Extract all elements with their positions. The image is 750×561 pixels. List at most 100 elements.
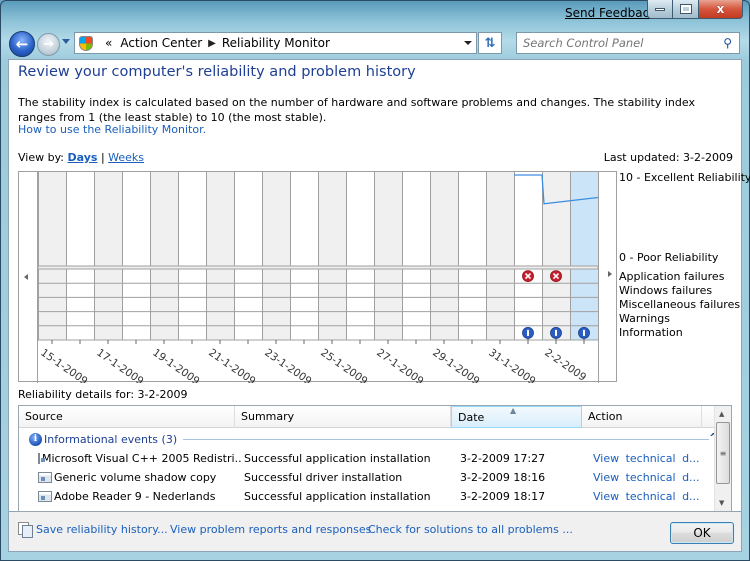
view-problem-reports-link[interactable]: View problem reports and responses <box>170 523 371 536</box>
application-icon <box>38 491 52 502</box>
day-column[interactable] <box>66 172 94 340</box>
column-header-source[interactable]: Source <box>19 406 235 428</box>
row-source: Generic volume shadow copy <box>54 471 217 484</box>
last-updated: Last updated: 3-2-2009 <box>603 151 733 164</box>
address-bar[interactable]: « Action Center ▶ Reliability Monitor <box>74 32 477 54</box>
address-dropdown-icon[interactable] <box>464 41 472 45</box>
ok-button[interactable]: OK <box>670 522 734 544</box>
day-column[interactable] <box>486 172 514 340</box>
scroll-down-icon[interactable]: ▼ <box>719 499 724 507</box>
day-column[interactable] <box>94 172 122 340</box>
search-box[interactable]: ⚲ <box>516 32 740 54</box>
breadcrumb-reliability-monitor[interactable]: Reliability Monitor <box>222 36 330 50</box>
day-column[interactable] <box>206 172 234 340</box>
minimize-icon <box>655 7 665 11</box>
day-column[interactable] <box>150 172 178 340</box>
legend-bottom-label: 0 - Poor Reliability <box>619 251 719 264</box>
day-column[interactable] <box>458 172 486 340</box>
row-summary: Successful driver installation <box>244 471 403 484</box>
table-row[interactable]: Adobe Reader 9 - Nederlands Successful a… <box>19 487 716 506</box>
day-column[interactable] <box>570 172 598 340</box>
legend-row-warnings: Warnings <box>619 312 670 325</box>
day-column[interactable] <box>402 172 430 340</box>
day-column[interactable] <box>38 172 66 340</box>
breadcrumb-separator-icon[interactable]: ▶ <box>208 38 216 49</box>
refresh-button[interactable]: ⇅ <box>478 32 502 54</box>
day-column[interactable] <box>318 172 346 340</box>
back-button[interactable]: ← <box>9 31 35 57</box>
page-title: Review your computer's reliability and p… <box>18 64 416 80</box>
recent-pages-dropdown[interactable] <box>62 39 70 44</box>
day-column[interactable] <box>122 172 150 340</box>
close-button[interactable]: x <box>699 0 743 19</box>
column-header-date[interactable]: ▲ Date <box>451 406 582 428</box>
group-informational-events[interactable]: i Informational events (3) ^ <box>29 431 718 447</box>
view-technical-details-link[interactable]: View technical d... <box>587 452 707 465</box>
reliability-chart-svg[interactable]: 15-1-2009 17-1-2009 19-1-2009 21-1-2009 23-1… <box>19 172 618 383</box>
x-tick-label: 25-1-2009 <box>318 347 369 383</box>
row-date: 3-2-2009 18:17 <box>460 490 546 503</box>
scroll-right-icon[interactable] <box>608 271 612 277</box>
x-tick-label: 19-1-2009 <box>150 347 201 383</box>
day-column[interactable] <box>234 172 262 340</box>
maximize-button[interactable] <box>673 0 699 19</box>
table-row[interactable]: Generic volume shadow copy Successful dr… <box>19 468 716 487</box>
save-history-link[interactable]: Save reliability history... <box>36 523 168 536</box>
group-label: Informational events (3) <box>44 432 178 446</box>
row-source: Microsoft Visual C++ 2005 Redistri... <box>42 452 241 465</box>
x-tick-label: 15-1-2009 <box>38 347 89 383</box>
legend-row-application-failures: Application failures <box>619 270 725 283</box>
vertical-scrollbar[interactable]: ▲ ≡ ▼ <box>714 406 731 511</box>
info-icon-glyph <box>555 329 557 336</box>
day-column[interactable] <box>374 172 402 340</box>
view-weeks-link[interactable]: Weeks <box>108 151 144 164</box>
refresh-icon: ⇅ <box>484 35 496 51</box>
scroll-left-icon[interactable] <box>24 274 28 280</box>
day-column[interactable] <box>514 172 542 340</box>
scrollbar-thumb[interactable]: ≡ <box>716 422 730 484</box>
send-feedback-link[interactable]: Send Feedback <box>565 6 656 20</box>
reliability-chart[interactable]: 15-1-2009 17-1-2009 19-1-2009 21-1-2009 23-1… <box>18 171 618 383</box>
column-header-action[interactable]: Action <box>582 406 702 428</box>
day-column[interactable] <box>178 172 206 340</box>
scroll-up-icon[interactable]: ▲ <box>719 410 724 418</box>
view-by-label: View by: <box>18 151 64 164</box>
day-column[interactable] <box>290 172 318 340</box>
day-column[interactable] <box>346 172 374 340</box>
breadcrumb-overflow-chevron[interactable]: « <box>105 36 112 50</box>
view-technical-details-link[interactable]: View technical d... <box>587 471 707 484</box>
details-grid: Source Summary ▲ Date Action i Informatio… <box>18 405 732 512</box>
legend-row-windows-failures: Windows failures <box>619 284 713 297</box>
search-icon[interactable]: ⚲ <box>723 36 732 50</box>
view-days-link[interactable]: Days <box>68 151 98 164</box>
day-column[interactable] <box>430 172 458 340</box>
details-label: Reliability details for: 3-2-2009 <box>18 388 188 401</box>
day-column[interactable] <box>542 172 570 340</box>
forward-button[interactable]: → <box>37 33 60 56</box>
forward-arrow-icon: → <box>43 37 54 52</box>
howto-link[interactable]: How to use the Reliability Monitor. <box>18 123 206 136</box>
footer: Save reliability history... View problem… <box>8 512 742 552</box>
column-header-summary[interactable]: Summary <box>235 406 451 428</box>
x-tick-label: 31-1-2009 <box>486 347 537 383</box>
info-icon-glyph <box>527 329 529 336</box>
view-separator: | <box>100 151 105 164</box>
day-column[interactable] <box>262 172 290 340</box>
legend-row-misc-failures: Miscellaneous failures <box>619 298 741 311</box>
application-icon <box>38 472 52 483</box>
info-icon-glyph <box>583 329 585 336</box>
minimize-button[interactable] <box>647 0 673 19</box>
legend-row-information: Information <box>619 326 683 339</box>
breadcrumb-action-center[interactable]: Action Center <box>120 36 202 50</box>
search-input[interactable] <box>523 36 713 50</box>
x-tick-label: 21-1-2009 <box>206 347 257 383</box>
legend-top-label: 10 - Excellent Reliability <box>619 171 750 184</box>
table-row[interactable]: Microsoft Visual C++ 2005 Redistri... Su… <box>19 449 716 468</box>
view-technical-details-link[interactable]: View technical d... <box>587 490 707 503</box>
maximize-icon <box>679 4 692 14</box>
check-solutions-link[interactable]: Check for solutions to all problems ... <box>368 523 573 536</box>
sort-ascending-icon: ▲ <box>510 406 517 415</box>
x-tick-label: 27-1-2009 <box>374 347 425 383</box>
x-tick-label: 23-1-2009 <box>262 347 313 383</box>
row-summary: Successful application installation <box>244 452 431 465</box>
